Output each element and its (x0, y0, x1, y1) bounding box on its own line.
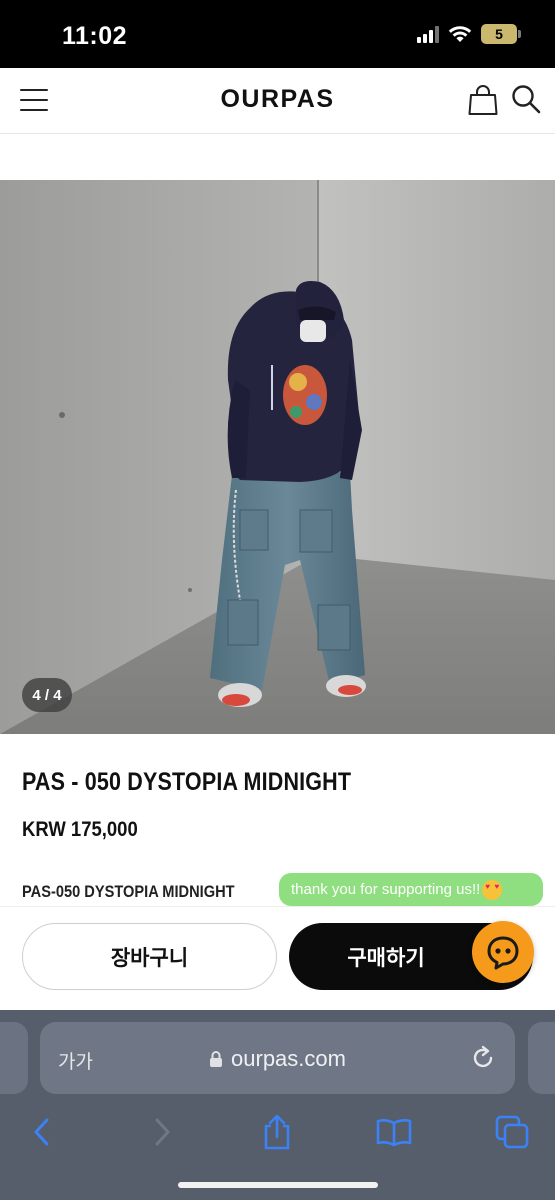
bookmarks-icon[interactable] (374, 1112, 414, 1152)
back-icon[interactable] (22, 1112, 62, 1152)
next-tab-preview[interactable] (528, 1022, 555, 1094)
reload-icon[interactable] (469, 1044, 497, 1072)
url-text: ourpas.com (231, 1046, 346, 1071)
status-icons: 5 (417, 24, 521, 44)
product-subname: PAS-050 DYSTOPIA MIDNIGHT (22, 882, 235, 901)
cellular-signal-icon (417, 25, 439, 43)
browser-nav-row (0, 1102, 555, 1162)
wifi-icon (448, 26, 472, 42)
add-to-cart-button[interactable]: 장바구니 (22, 923, 277, 990)
product-price: KRW 175,000 (22, 818, 138, 841)
previous-tab-preview[interactable] (0, 1022, 28, 1094)
forward-icon[interactable] (142, 1112, 182, 1152)
app-header: OURPAS (0, 68, 555, 134)
search-icon[interactable] (510, 83, 542, 115)
product-image[interactable] (0, 180, 555, 734)
chat-bubble-icon (487, 936, 519, 970)
browser-toolbar: 가가 ourpas.com (0, 1010, 555, 1200)
battery-icon: 5 (481, 24, 521, 44)
heart-eyes-emoji-icon (482, 879, 503, 900)
home-indicator[interactable] (178, 1182, 378, 1188)
address-bar[interactable]: 가가 ourpas.com (40, 1022, 515, 1094)
status-time: 11:02 (62, 22, 128, 50)
status-bar: 11:02 5 (0, 0, 555, 68)
chat-support-button[interactable] (472, 921, 534, 983)
chat-greeting-bubble[interactable]: thank you for supporting us!! (279, 873, 543, 913)
product-photo (0, 180, 555, 734)
tabs-icon[interactable] (492, 1112, 532, 1152)
image-counter-badge: 4 / 4 (22, 678, 72, 712)
url-display: ourpas.com (40, 1046, 515, 1072)
chat-greeting-text: thank you for supporting us!! (291, 881, 481, 898)
share-icon[interactable] (257, 1112, 297, 1152)
lock-icon (210, 1051, 223, 1067)
product-title: PAS - 050 DYSTOPIA MIDNIGHT (22, 768, 352, 796)
shopping-bag-icon[interactable] (468, 84, 498, 116)
